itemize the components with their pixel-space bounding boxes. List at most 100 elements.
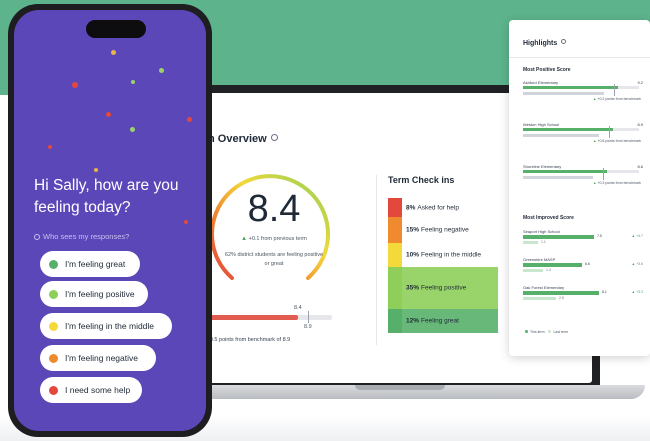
info-icon <box>34 234 40 240</box>
most-improved-item[interactable]: Oak Forest Elementary 8.1 2.5 ▲ +3.3 <box>523 285 645 307</box>
benchmark-bar <box>523 134 599 137</box>
status-dot <box>49 289 58 299</box>
feeling-option-button[interactable]: I'm feeling great <box>40 251 140 277</box>
highlights-card: Highlights Most Positive Score Ashford E… <box>509 20 650 356</box>
school-name: Oak Forest Elementary <box>523 285 565 290</box>
info-icon[interactable] <box>270 134 278 141</box>
checkin-label-text: Feeling in the middle <box>421 251 481 259</box>
this-term-swatch <box>525 330 528 333</box>
benchmark-bar <box>523 176 593 179</box>
score-delta: ▲ +0.3 points from benchmark <box>593 181 641 185</box>
overall-score: 8.4 <box>247 188 301 230</box>
benchmark-marker <box>614 84 615 96</box>
divider <box>509 57 650 58</box>
checkin-percent: 35% <box>406 284 420 292</box>
last-term-value: 2.5 <box>559 296 564 300</box>
greeting: Hi Sally, how are you feeling today? <box>34 177 179 216</box>
school-score: 8.9 <box>637 122 643 127</box>
checkin-percent: 8% <box>406 204 416 211</box>
checkin-label: 8% Asked for help <box>406 204 459 211</box>
benchmark-marker <box>603 168 604 180</box>
most-improved-item[interactable]: Seaport High School 7.5 1.1 ▲ +4.7 <box>523 229 645 251</box>
benchmark-note: -0.5 points from benchmark of 8.9 <box>208 337 291 343</box>
who-sees-text: Who sees my responses? <box>43 232 130 241</box>
confetti-dot <box>159 68 164 73</box>
who-sees-link[interactable]: Who sees my responses? <box>34 232 129 241</box>
this-term-value: 8.1 <box>602 290 607 294</box>
confetti-dot <box>72 82 78 88</box>
checkin-color-segment <box>388 198 402 217</box>
feeling-option-label: I'm feeling negative <box>65 353 138 363</box>
checkin-row: 10% Feeling in the middle <box>388 243 504 267</box>
confetti-dot <box>111 50 116 55</box>
score-bar-fill <box>523 128 613 131</box>
most-positive-item[interactable]: Shoreline Elementary 8.6 ▲ +0.3 points fro… <box>523 164 645 194</box>
positive-note: 62% district students are feeling positi… <box>224 252 324 267</box>
checkin-row: 35% Feeling positive <box>388 267 504 309</box>
feeling-option-label: I'm feeling positive <box>65 289 135 299</box>
confetti-dot <box>131 80 135 84</box>
status-dot <box>49 353 58 363</box>
checkin-percent: 12% <box>406 317 420 325</box>
feeling-option-button[interactable]: I'm feeling positive <box>40 281 148 307</box>
this-term-bar <box>523 291 599 295</box>
term-checkins-title: Term Check ins <box>388 175 455 185</box>
school-name: Ashford Elementary <box>523 80 559 85</box>
checkin-color-segment <box>388 309 402 333</box>
most-positive-title: Most Positive Score <box>523 67 571 73</box>
benchmark-value: 8.4 <box>294 305 302 311</box>
confetti-dot <box>106 112 111 117</box>
score-delta-points: +0.2 points <box>597 97 616 101</box>
checkin-label: 35% Feeling positive <box>406 285 466 292</box>
score-bar-fill <box>523 170 607 173</box>
feeling-option-label: I'm feeling in the middle <box>65 321 155 331</box>
benchmark-reference: 8.9 <box>304 324 312 330</box>
this-term-value: 6.6 <box>585 262 590 266</box>
feeling-option-button[interactable]: I'm feeling in the middle <box>40 313 172 339</box>
score-delta: ▲ +0.1 from previous term <box>218 236 330 242</box>
most-positive-item[interactable]: Weston High School 8.9 ▲ +0.8 points from … <box>523 122 645 152</box>
checkin-percent: 10% <box>406 251 420 259</box>
improvement-delta: ▲ +3.3 <box>631 290 643 294</box>
checkin-row: 12% Feeling great <box>388 309 504 333</box>
score-delta: ▲ +0.8 points from benchmark <box>593 139 641 143</box>
divider <box>376 175 377 345</box>
school-score: 9.2 <box>637 80 643 85</box>
last-term-value: 1.1 <box>541 240 546 244</box>
feeling-option-label: I'm feeling great <box>65 259 126 269</box>
legend: This term Last term <box>525 330 568 334</box>
confetti-dot <box>94 168 98 172</box>
checkin-label: 10% Feeling in the middle <box>406 252 481 259</box>
checkin-color-segment <box>388 243 402 267</box>
benchmark-marker <box>308 311 309 323</box>
checkin-row: 15% Feeling negative <box>388 217 504 243</box>
highlights-title-text: Highlights <box>523 40 558 47</box>
score-delta-points: +0.8 points <box>597 139 616 143</box>
benchmark-bar-fill <box>202 315 298 320</box>
most-improved-item[interactable]: Greenshire MASP 6.6 1.4 ▲ +3.6 <box>523 257 645 279</box>
checkin-label-text: Feeling positive <box>421 284 467 292</box>
feeling-option-label: I need some help <box>65 385 131 395</box>
confetti-dot <box>130 127 135 132</box>
most-positive-item[interactable]: Ashford Elementary 9.2 ▲ +0.2 points from … <box>523 80 645 110</box>
info-icon[interactable] <box>561 39 567 44</box>
phone-frame: Hi Sally, how are you feeling today? Who… <box>8 4 212 437</box>
checkin-color-segment <box>388 217 402 243</box>
confetti-dot <box>48 145 52 149</box>
school-score: 8.6 <box>637 164 643 169</box>
confetti-dot <box>184 220 188 224</box>
score-bar-fill <box>523 86 618 89</box>
this-term-bar <box>523 263 582 267</box>
last-term-bar <box>523 297 556 300</box>
feeling-option-button[interactable]: I need some help <box>40 377 142 403</box>
highlights-title: Highlights <box>523 39 567 47</box>
school-name: Seaport High School <box>523 229 560 234</box>
legend-last-term: Last term <box>553 330 569 334</box>
checkin-label-text: Asked for help <box>417 204 459 211</box>
checkin-color-segment <box>388 267 402 309</box>
feeling-option-button[interactable]: I'm feeling negative <box>40 345 156 371</box>
most-improved-title: Most Improved Score <box>523 215 574 221</box>
last-term-value: 1.4 <box>546 268 551 272</box>
up-arrow-icon: ▲ <box>241 236 248 242</box>
score-delta-ref: from benchmark <box>615 139 641 143</box>
